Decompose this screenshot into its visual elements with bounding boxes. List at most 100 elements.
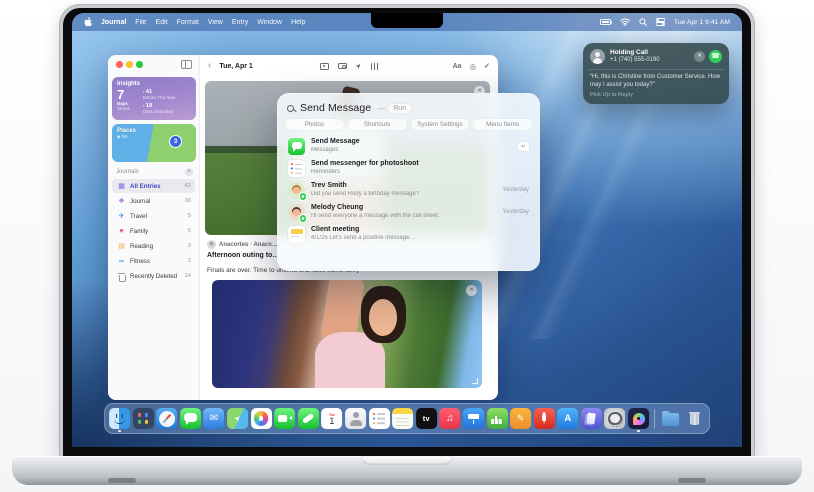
search-field[interactable]: Send Message — Run xyxy=(283,99,534,119)
downloads-dock-icon[interactable] xyxy=(660,408,681,429)
text-format-button[interactable]: Aa xyxy=(453,63,462,70)
menu-item[interactable]: Format xyxy=(177,19,199,26)
search-result-row[interactable]: Send messenger for photoshoot Reminders xyxy=(283,157,534,179)
result-meta: Yesterday xyxy=(502,209,529,215)
entry-title[interactable]: Afternoon outing to… xyxy=(207,252,279,259)
search-icon[interactable] xyxy=(639,18,647,26)
reminders-dock-icon[interactable] xyxy=(368,408,390,429)
search-query[interactable]: Send Message xyxy=(300,102,371,114)
phone-dock-icon[interactable] xyxy=(297,408,319,429)
insights-widget[interactable]: Insights 7 Days Streak 41 Entries This Y… xyxy=(112,77,196,120)
streak-label: Streak xyxy=(117,106,131,111)
result-subtitle: 4/1/25 Let's send a positive message… xyxy=(311,235,416,241)
menu-item[interactable]: Help xyxy=(291,19,305,26)
notes-dock-icon[interactable] xyxy=(392,408,414,429)
answer-call-button[interactable]: ☎ xyxy=(709,50,722,63)
result-title: Client meeting xyxy=(311,226,360,233)
sidebar-journal-item[interactable]: Family 5 xyxy=(112,224,195,238)
photo-resize-handle[interactable] xyxy=(472,378,478,384)
location-pin-icon: ◉ xyxy=(207,240,216,249)
search-filter-chip[interactable]: System Settings xyxy=(410,119,470,130)
search-result-row[interactable]: Send Message Messages ↵ xyxy=(283,135,534,157)
finder-dock-icon[interactable] xyxy=(109,408,131,433)
entry-location-text: Anacortes · Anaco… xyxy=(219,241,278,248)
search-result-row[interactable]: Client meeting 4/1/25 Let's send a posit… xyxy=(283,223,534,245)
entry-photo-selfie[interactable]: ✕ xyxy=(212,280,482,388)
music-dock-icon[interactable] xyxy=(439,408,461,429)
menu-item[interactable]: File xyxy=(135,19,146,26)
call-notification[interactable]: Holding Call +1 (740) 555-0190 ✕ ☎ “Hi, … xyxy=(583,43,729,104)
location-icon[interactable]: ➤ xyxy=(354,61,363,70)
back-button[interactable]: ‹ xyxy=(208,61,211,71)
camera-icon[interactable] xyxy=(338,62,347,70)
search-results: Send Message Messages ↵ Send messenger f… xyxy=(283,135,534,245)
journal-sidebar: Insights 7 Days Streak 41 Entries This Y… xyxy=(108,55,200,400)
caller-message: “Hi, this is Christine from Customer Ser… xyxy=(590,74,721,88)
numbers-dock-icon[interactable] xyxy=(486,408,508,429)
maps-dock-icon[interactable] xyxy=(227,408,249,429)
apple-menu[interactable] xyxy=(84,17,92,27)
journal-dock-icon[interactable] xyxy=(628,408,650,433)
zoom-window-button[interactable] xyxy=(136,61,143,68)
insert-menu-icon[interactable]: ◎ xyxy=(470,62,477,71)
keynote-dock-icon[interactable] xyxy=(462,408,484,429)
insert-photo-icon[interactable] xyxy=(320,62,329,70)
running-app-dot xyxy=(637,430,640,433)
sidebar-toggle-icon[interactable] xyxy=(181,60,192,69)
search-filter-chip[interactable]: Shortcuts xyxy=(347,119,407,130)
decline-call-button[interactable]: ✕ xyxy=(694,51,705,62)
mail-dock-icon[interactable] xyxy=(203,408,225,429)
pages-dock-icon[interactable] xyxy=(510,408,532,429)
menu-clock[interactable]: Tue Apr 1 9:41 AM xyxy=(674,19,730,26)
calendar-dock-icon[interactable]: Tue 1 xyxy=(321,408,343,429)
search-filter-chip[interactable]: Photos xyxy=(285,119,344,130)
journal-count: 14 xyxy=(184,273,191,279)
add-journal-button[interactable]: + xyxy=(185,168,193,176)
caller-avatar xyxy=(590,49,605,64)
minimize-window-button[interactable] xyxy=(126,61,133,68)
dock: Tue1 xyxy=(104,403,710,434)
reading-journal-icon xyxy=(116,241,127,252)
sidebar-journal-item[interactable]: Journal 36 xyxy=(112,194,195,208)
menu-item[interactable]: Edit xyxy=(156,19,168,26)
tv-dock-icon[interactable] xyxy=(415,408,437,429)
menu-item[interactable]: Entry xyxy=(232,19,248,26)
caller-number: +1 (740) 555-0190 xyxy=(610,56,660,63)
contacts-dock-icon[interactable] xyxy=(345,408,367,429)
result-meta: Yesterday xyxy=(502,187,529,193)
menu-item[interactable]: View xyxy=(208,19,223,26)
places-widget[interactable]: Places 59 3 xyxy=(112,124,196,162)
search-filter-chips: Photos Shortcuts System Settings Menu It… xyxy=(283,119,534,135)
travel-journal-icon xyxy=(116,211,127,222)
menu-item[interactable]: Window xyxy=(257,19,282,26)
menu-app-name[interactable]: Journal xyxy=(101,19,126,26)
search-filter-chip[interactable]: Menu Items xyxy=(473,119,532,130)
search-result-row[interactable]: Trev Smith Did you send Rody a birthday … xyxy=(283,179,534,201)
wifi-icon[interactable] xyxy=(619,18,630,26)
messages-dock-icon[interactable] xyxy=(179,408,201,429)
audio-record-icon[interactable] xyxy=(370,62,379,70)
safari-dock-icon[interactable] xyxy=(156,408,178,429)
journal-count: 3 xyxy=(187,243,191,249)
rocket-dock-icon[interactable] xyxy=(533,408,555,429)
entry-location-row[interactable]: ◉ Anacortes · Anaco… xyxy=(207,240,278,249)
done-button[interactable]: ✓ xyxy=(484,62,490,70)
camera-notch xyxy=(371,13,443,28)
sidebar-journal-item[interactable]: Reading 3 xyxy=(112,239,195,253)
facetime-dock-icon[interactable] xyxy=(274,408,296,429)
control-center-icon[interactable] xyxy=(655,18,665,26)
sidebar-journal-item[interactable]: Fitness 2 xyxy=(112,254,195,268)
remove-photo-button[interactable]: ✕ xyxy=(466,285,477,296)
system-settings-dock-icon[interactable] xyxy=(604,408,626,429)
books-dock-icon[interactable] xyxy=(580,408,602,429)
close-window-button[interactable] xyxy=(116,61,123,68)
launchpad-dock-icon[interactable] xyxy=(132,408,154,429)
app-store-dock-icon[interactable] xyxy=(557,408,579,429)
battery-icon[interactable] xyxy=(599,19,613,25)
sidebar-journal-item[interactable]: All Entries 42 xyxy=(112,179,195,193)
photos-dock-icon[interactable] xyxy=(250,408,272,429)
sidebar-journal-item[interactable]: Travel 5 xyxy=(112,209,195,223)
trash-dock-icon[interactable] xyxy=(684,408,705,429)
search-result-row[interactable]: Melody Cheung I'll send everyone a messa… xyxy=(283,201,534,223)
sidebar-journal-item[interactable]: Recently Deleted 14 xyxy=(112,269,195,283)
